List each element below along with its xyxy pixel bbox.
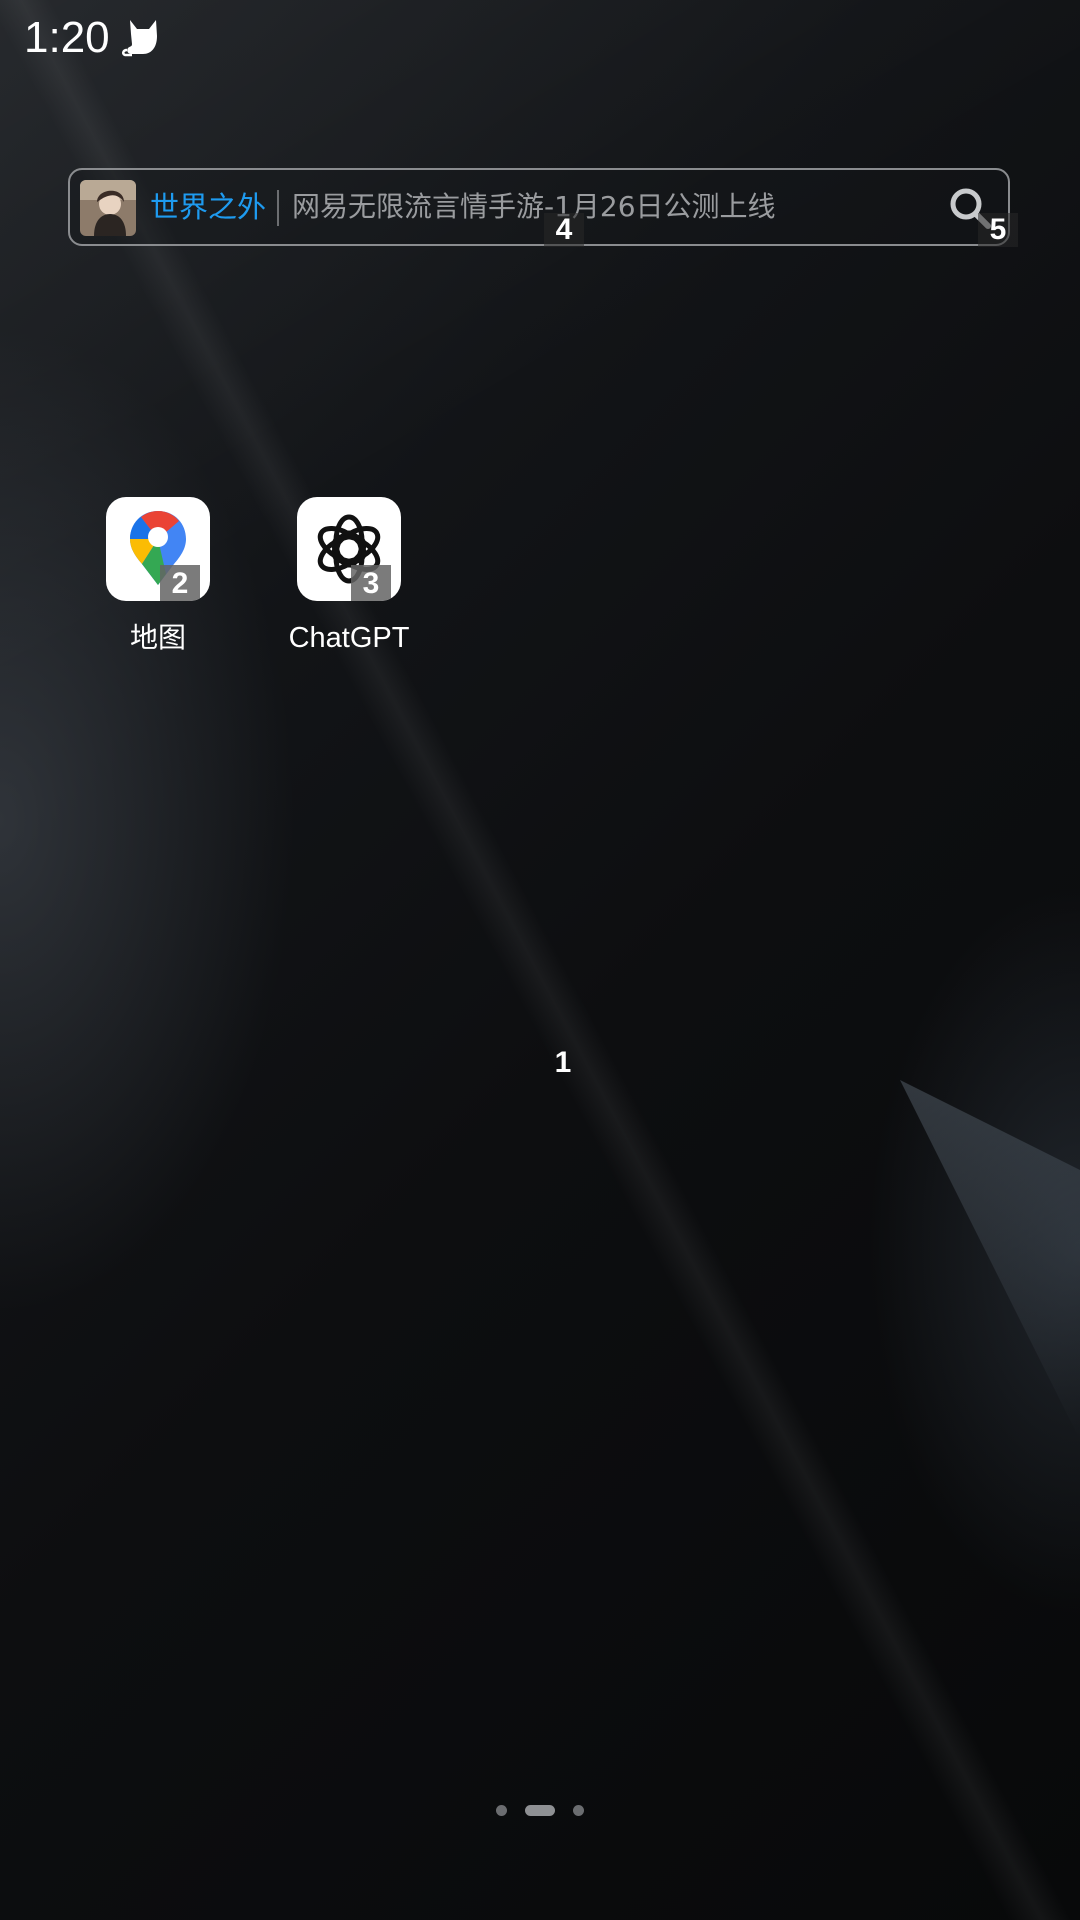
page-dot-1[interactable] <box>496 1804 507 1816</box>
status-clock: 1:20 <box>24 13 110 62</box>
marker-search-text: 4 <box>544 213 584 247</box>
wallpaper-diagonal-line <box>0 0 1080 1920</box>
search-widget[interactable]: 世界之外 网易无限流言情手游-1月26日公测上线 <box>68 168 1010 246</box>
page-dot-2-current[interactable] <box>525 1804 555 1816</box>
marker-search-button: 5 <box>978 213 1018 247</box>
app-chatgpt-marker: 3 <box>351 565 391 601</box>
search-divider <box>277 190 279 226</box>
app-maps[interactable]: 2 地图 <box>78 497 238 655</box>
app-maps-icon-tile[interactable]: 2 <box>106 497 210 601</box>
page-indicator[interactable] <box>0 1802 1080 1818</box>
status-bar: 1:20 <box>0 0 1080 80</box>
app-chatgpt-icon-tile[interactable]: 3 <box>297 497 401 601</box>
search-keyword[interactable]: 世界之外 <box>150 186 266 228</box>
app-chatgpt-label: ChatGPT <box>288 622 410 654</box>
app-maps-marker: 2 <box>160 565 200 601</box>
marker-wallpaper: 1 <box>554 1046 572 1079</box>
cat-icon <box>122 20 157 57</box>
search-hint-text[interactable]: 网易无限流言情手游-1月26日公测上线 <box>292 186 776 228</box>
home-screen[interactable]: 1:20 世界之外 网易无限流言情手游-1月26日公测上线 4 5 1 2 地图… <box>0 0 1080 1920</box>
app-chatgpt[interactable]: 3 ChatGPT <box>269 497 429 655</box>
character-thumbnail <box>80 180 136 236</box>
app-maps-label: 地图 <box>129 621 186 654</box>
page-dot-3[interactable] <box>573 1804 584 1816</box>
